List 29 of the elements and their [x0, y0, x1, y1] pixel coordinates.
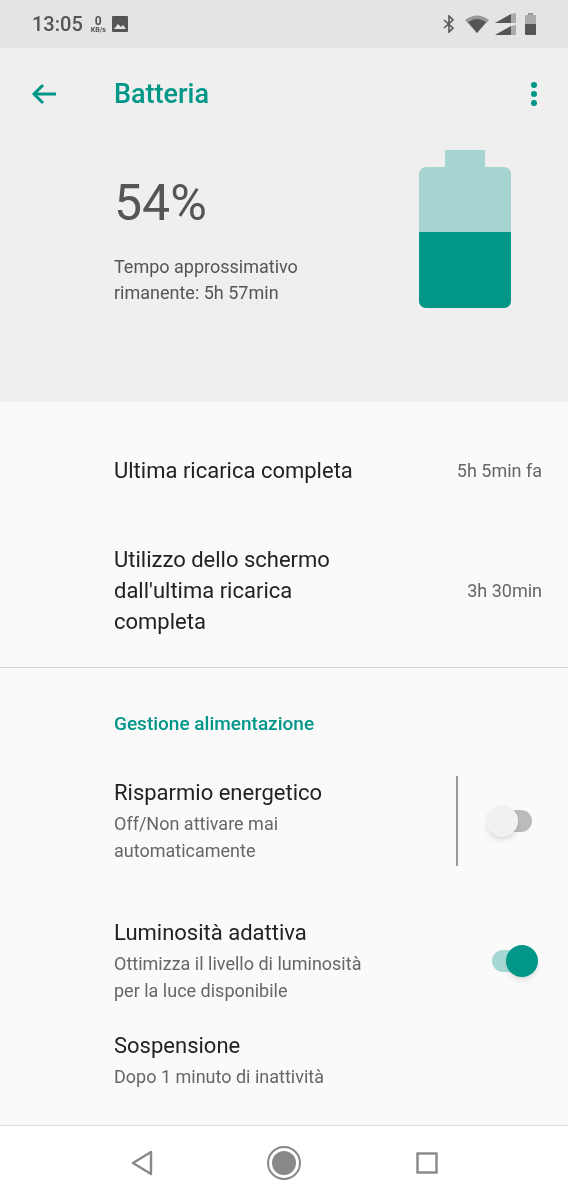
status-time: 13:05	[32, 11, 83, 38]
section-header: Gestione alimentazione	[114, 711, 316, 737]
setting-title: Luminosità adattiva	[114, 918, 308, 947]
back-arrow-icon[interactable]	[30, 82, 58, 106]
bluetooth-icon	[443, 15, 455, 33]
battery-status-icon	[525, 13, 536, 35]
setting-summary: Dopo 1 minuto di inattività	[114, 1064, 325, 1089]
wifi-icon	[465, 15, 489, 33]
setting-summary: Off/Non attivare mai automaticamente	[114, 811, 280, 863]
battery-percentage: 54%	[114, 178, 208, 228]
network-speed-value: 0	[94, 14, 102, 27]
recents-nav-icon[interactable]	[416, 1152, 438, 1174]
setting-title: Risparmio energetico	[114, 778, 324, 807]
signal-icon	[495, 13, 517, 35]
stat-label: Ultima ricarica completa	[114, 456, 354, 485]
settings-row[interactable]: Risparmio energetico Off/Non attivare mai automaticamente	[0, 750, 568, 891]
setting-summary: Ottimizza il livello di luminosità per la luce disponibile	[114, 951, 363, 1003]
stat-label: Utilizzo dello schermo dall'ultima ricarica completa	[114, 546, 331, 636]
setting-title: Sospensione	[114, 1031, 242, 1060]
settings-row[interactable]: Luminosità adattiva Ottimizza il livello di luminosità per la luce disponibile	[0, 890, 568, 1031]
more-options-icon[interactable]	[530, 81, 538, 107]
page-title: Batteria	[114, 76, 210, 112]
settings-row[interactable]: Sospensione Dopo 1 minuto di inattività	[0, 1030, 568, 1100]
stat-value: 5h 5min fa	[456, 458, 542, 483]
home-nav-icon[interactable]	[266, 1145, 302, 1181]
image-icon	[111, 16, 128, 32]
remaining-time-text: Tempo approssimativo rimanente: 5h 57min	[114, 255, 299, 305]
stat-value: 3h 30min	[467, 579, 542, 603]
back-nav-icon[interactable]	[131, 1150, 153, 1176]
